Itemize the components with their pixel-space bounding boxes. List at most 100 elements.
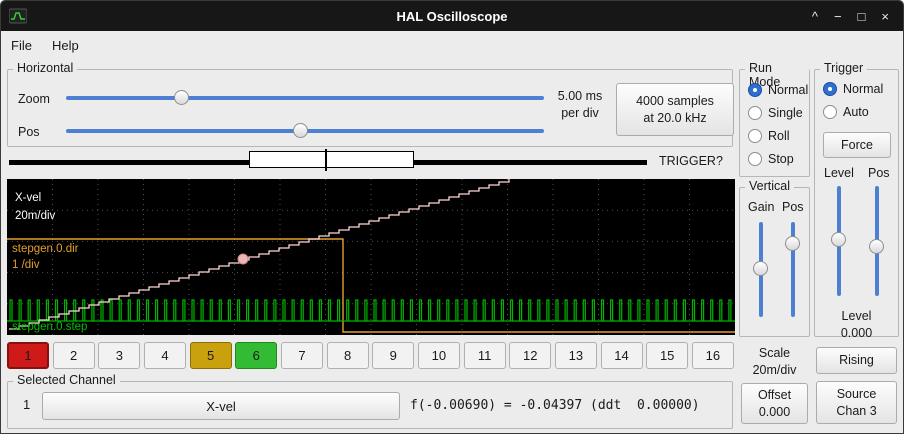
zoom-slider-track[interactable] [66,96,544,100]
trigger-level-readout-label: Level [815,308,898,325]
force-button[interactable]: Force [823,132,891,158]
channel-source-button[interactable]: X-vel [42,392,400,420]
horizontal-pos-slider-knob[interactable] [293,123,308,138]
channel-1-button[interactable]: 1 [7,342,49,369]
vertical-group-label: Vertical [745,179,794,193]
scale-value: 20m/div [739,362,810,379]
gain-slider[interactable] [753,222,769,317]
trigger-pos-label: Pos [868,166,890,180]
radio-icon [748,152,762,166]
trigger-level-readout: Level 0.000 [815,308,898,342]
window-controls: ^ − □ × [812,10,889,23]
trigger-auto-radio[interactable]: Auto [823,105,869,119]
run-mode-roll-radio[interactable]: Roll [748,129,790,143]
offset-value: 0.000 [759,404,790,421]
trigger-level-slider[interactable] [831,186,847,296]
trigger-level-slider-knob[interactable] [831,232,846,247]
zoom-slider-knob[interactable] [174,90,189,105]
timebase-unit: per div [548,105,612,122]
scale-label: Scale [739,345,810,362]
channel-14-button[interactable]: 14 [601,342,643,369]
samples-button[interactable]: 4000 samples at 20.0 kHz [616,83,734,136]
force-label: Force [841,137,873,154]
horizontal-pos-slider[interactable] [66,123,544,139]
dir-name-label: stepgen.0.dir [12,242,79,256]
channel-6-button[interactable]: 6 [235,342,277,369]
hal-oscilloscope-window: HAL Oscilloscope ^ − □ × File Help Horiz… [0,0,904,434]
trigger-pos-slider[interactable] [869,186,885,296]
trigger-level-label: Level [824,166,854,180]
gain-label: Gain [748,200,774,214]
run-mode-single-radio[interactable]: Single [748,106,803,120]
selected-channel-number: 1 [23,397,30,412]
channel-16-button[interactable]: 16 [692,342,734,369]
channel-5-button[interactable]: 5 [190,342,232,369]
trigger-normal-radio[interactable]: Normal [823,82,883,96]
channel-2-button[interactable]: 2 [53,342,95,369]
dir-scale-label: 1 /div [12,258,40,272]
view-window-box[interactable] [249,151,414,168]
trigger-edge-label: Rising [839,352,874,369]
channel-10-button[interactable]: 10 [418,342,460,369]
channel-9-button[interactable]: 9 [372,342,414,369]
app-icon [9,8,27,24]
run-mode-stop-radio[interactable]: Stop [748,152,794,166]
radio-icon [823,105,837,119]
radio-label: Normal [843,82,883,96]
vertical-pos-slider-knob[interactable] [785,236,800,251]
record-bar: TRIGGER? [7,149,733,177]
trigger-status-label: TRIGGER? [659,154,723,168]
menu-file[interactable]: File [1,34,42,57]
minimize-icon[interactable]: − [834,10,842,23]
zoom-slider[interactable] [66,90,544,106]
channel-button-row: 1 2 3 4 5 6 7 8 9 10 11 12 13 14 15 16 [7,342,734,369]
radio-icon [823,82,837,96]
maximize-icon[interactable]: □ [858,10,866,23]
channel-13-button[interactable]: 13 [555,342,597,369]
close-icon[interactable]: × [881,10,889,23]
waveform-canvas [7,179,735,335]
pos-label: Pos [18,125,40,139]
vertical-group: Vertical Gain Pos [739,187,810,337]
channel1-scale-label: 20m/div [15,209,55,223]
channel-8-button[interactable]: 8 [327,342,369,369]
radio-label: Auto [843,105,869,119]
radio-label: Stop [768,152,794,166]
window-title: HAL Oscilloscope [1,9,903,24]
run-mode-group: Run Mode Normal Single Roll Stop [739,69,810,177]
radio-label: Roll [768,129,790,143]
vertical-pos-slider[interactable] [785,222,801,317]
channel-3-button[interactable]: 3 [98,342,140,369]
trigger-source-value: Chan 3 [836,403,876,420]
zoom-label: Zoom [18,92,50,106]
scale-readout: Scale 20m/div [739,345,810,379]
channel-source-name: X-vel [206,398,236,415]
menu-help[interactable]: Help [42,34,89,57]
channel-4-button[interactable]: 4 [144,342,186,369]
shade-icon[interactable]: ^ [812,10,818,23]
timebase-value: 5.00 ms [548,88,612,105]
selected-channel-group-label: Selected Channel [13,373,120,387]
radio-icon [748,106,762,120]
channel-12-button[interactable]: 12 [509,342,551,369]
offset-button[interactable]: Offset 0.000 [741,383,808,424]
channel-7-button[interactable]: 7 [281,342,323,369]
trigger-pos-slider-knob[interactable] [869,239,884,254]
trigger-source-button[interactable]: Source Chan 3 [816,381,897,424]
trigger-position-tick [325,149,327,171]
menubar: File Help [1,31,903,59]
run-mode-normal-radio[interactable]: Normal [748,83,808,97]
trigger-group-label: Trigger [820,61,867,75]
scope-display: X-vel 20m/div stepgen.0.dir 1 /div stepg… [7,179,735,335]
vertical-pos-label: Pos [782,200,804,214]
channel-15-button[interactable]: 15 [646,342,688,369]
timebase-readout: 5.00 ms per div [548,88,612,122]
radio-label: Single [768,106,803,120]
trigger-edge-button[interactable]: Rising [816,347,897,374]
samples-line1: 4000 samples [636,93,714,110]
step-name-label: stepgen.0.step [12,320,87,334]
channel-11-button[interactable]: 11 [464,342,506,369]
samples-line2: at 20.0 kHz [643,110,706,127]
gain-slider-knob[interactable] [753,261,768,276]
trigger-group: Trigger Normal Auto Force Level Pos Leve… [814,69,899,337]
